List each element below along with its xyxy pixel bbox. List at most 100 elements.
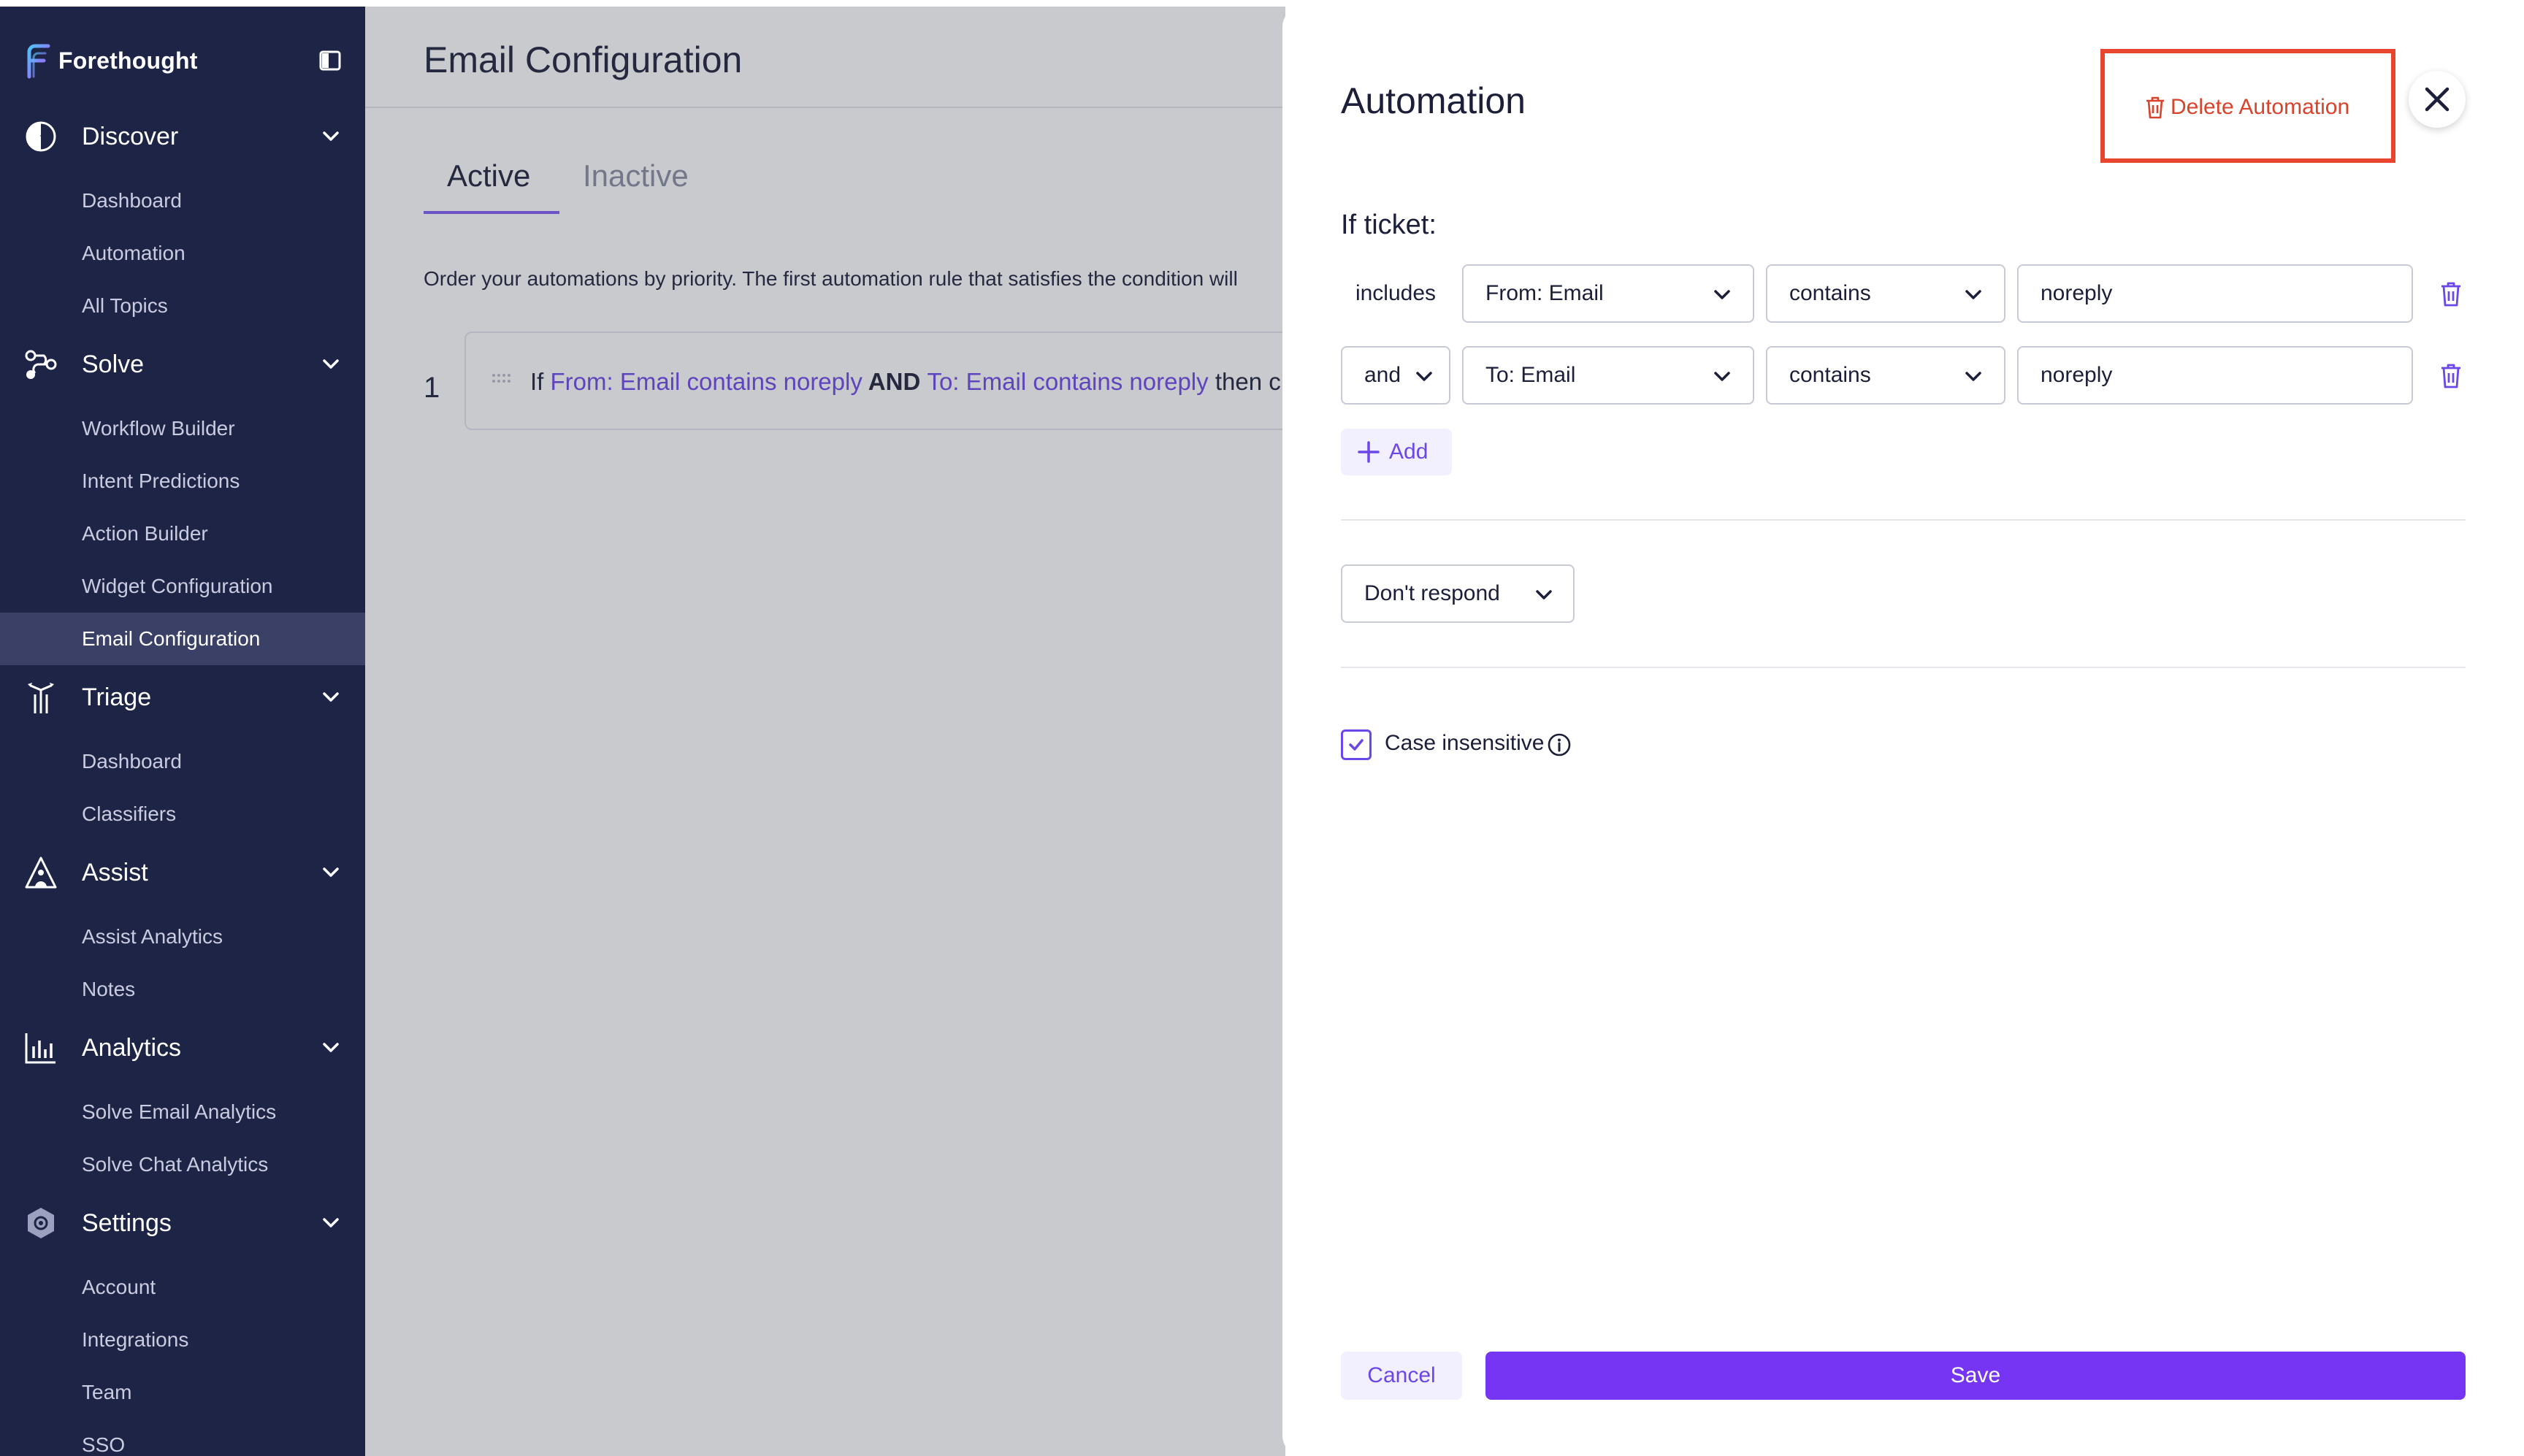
chevron-down-icon [1536,590,1552,599]
sidebar-item-solve-chat-analytics[interactable]: Solve Chat Analytics [0,1138,365,1191]
response-select[interactable]: Don't respond [1341,564,1575,623]
operator-select[interactable]: contains [1766,346,2005,405]
sidebar-item-action-builder[interactable]: Action Builder [0,507,365,560]
sidebar-item-classifiers[interactable]: Classifiers [0,788,365,840]
sidebar-item-label: Workflow Builder [82,417,235,440]
sidebar-item-widget-configuration[interactable]: Widget Configuration [0,560,365,613]
chevron-down-icon [1416,372,1432,381]
sidebar-section-solve[interactable]: Solve [0,335,365,394]
field-select[interactable]: To: Email [1462,346,1754,405]
trash-icon[interactable] [2439,280,2463,308]
sidebar-section-label: Discover [82,122,179,150]
analytics-icon [23,1030,58,1065]
chevron-down-icon[interactable] [320,1212,342,1234]
chevron-down-icon[interactable] [320,862,342,884]
condition-row: and To: Email contains noreply [1341,346,2480,407]
drawer-title: Automation [1341,80,1526,121]
solve-icon [23,347,58,382]
sidebar-section-triage[interactable]: Triage [0,668,365,727]
sidebar-item-team[interactable]: Team [0,1366,365,1419]
checkmark-icon [1349,739,1364,751]
value-input-text: noreply [2041,281,2113,305]
sidebar-section-analytics[interactable]: Analytics [0,1019,365,1077]
field-select[interactable]: From: Email [1462,264,1754,323]
sidebar-item-label: Automation [82,242,186,264]
trash-icon[interactable] [2439,362,2463,390]
delete-automation-button[interactable]: Delete Automation [2144,87,2349,128]
section-divider [1341,519,2466,521]
sidebar-item-assist-analytics[interactable]: Assist Analytics [0,911,365,963]
sidebar-item-label: Widget Configuration [82,575,273,597]
brand-name: Forethought [58,47,198,74]
sidebar-item-label: All Topics [82,294,168,317]
modal-backdrop[interactable] [365,7,1285,1456]
cancel-button[interactable]: Cancel [1341,1352,1462,1400]
sidebar-item-label: Dashboard [82,189,182,212]
sidebar-item-integrations[interactable]: Integrations [0,1314,365,1366]
sidebar-item-solve-email-analytics[interactable]: Solve Email Analytics [0,1086,365,1138]
plus-icon [1358,441,1380,463]
sidebar-section-assist[interactable]: Assist [0,843,365,902]
sidebar-item-label: Dashboard [82,750,182,773]
sidebar: Forethought Discover Dashboard Automatio… [0,7,365,1456]
if-ticket-label: If ticket: [1341,210,1437,240]
sidebar-item-label: Solve Email Analytics [82,1100,277,1123]
sidebar-item-notes[interactable]: Notes [0,963,365,1016]
forethought-logo-icon [27,44,50,79]
sidebar-section-label: Triage [82,683,152,711]
chevron-down-icon[interactable] [320,1037,342,1059]
sidebar-item-triage-dashboard[interactable]: Dashboard [0,735,365,788]
sidebar-item-label: Team [82,1381,132,1403]
sidebar-item-label: SSO [82,1433,126,1456]
sidebar-item-all-topics[interactable]: All Topics [0,280,365,332]
save-button[interactable]: Save [1485,1352,2466,1400]
settings-icon [23,1206,58,1241]
close-button[interactable] [2409,71,2466,128]
condition-row: includes From: Email contains noreply [1341,264,2480,326]
chevron-down-icon[interactable] [320,353,342,375]
sidebar-collapse-icon[interactable] [318,49,342,72]
sidebar-item-sso[interactable]: SSO [0,1419,365,1456]
add-condition-button[interactable]: Add [1341,429,1452,475]
case-insensitive-checkbox[interactable] [1341,729,1372,760]
sidebar-section-settings[interactable]: Settings [0,1194,365,1252]
brand[interactable]: Forethought [23,39,198,83]
value-input[interactable]: noreply [2017,346,2413,405]
sidebar-section-label: Settings [82,1208,172,1237]
chevron-down-icon[interactable] [320,686,342,708]
operator-select[interactable]: contains [1766,264,2005,323]
triage-icon [23,680,58,715]
chevron-down-icon [1965,290,1981,299]
sidebar-item-account[interactable]: Account [0,1261,365,1314]
sidebar-item-label: Action Builder [82,522,208,545]
sidebar-item-label: Notes [82,978,136,1000]
sidebar-item-label: Intent Predictions [82,470,240,492]
sidebar-item-label: Classifiers [82,802,177,825]
sidebar-item-label: Integrations [82,1328,189,1351]
sidebar-item-email-configuration[interactable]: Email Configuration [0,613,365,665]
operator-select-value: contains [1789,363,1871,387]
chevron-down-icon[interactable] [320,126,342,147]
logic-select[interactable]: and [1341,346,1450,405]
sidebar-item-workflow-builder[interactable]: Workflow Builder [0,402,365,455]
sidebar-item-label: Solve Chat Analytics [82,1153,269,1176]
sidebar-item-discover-dashboard[interactable]: Dashboard [0,175,365,227]
info-icon[interactable] [1547,732,1572,757]
add-condition-label: Add [1389,440,1429,464]
field-select-value: To: Email [1485,363,1576,387]
sidebar-section-label: Solve [82,350,145,378]
sidebar-item-intent-predictions[interactable]: Intent Predictions [0,455,365,507]
assist-icon [23,855,58,890]
section-divider [1341,667,2466,668]
close-icon [2425,87,2450,112]
response-select-value: Don't respond [1364,581,1500,605]
sidebar-section-label: Analytics [82,1033,182,1062]
sidebar-section-discover[interactable]: Discover [0,107,365,166]
trash-icon [2146,96,2164,119]
operator-select-value: contains [1789,281,1871,305]
chevron-down-icon [1965,372,1981,381]
sidebar-item-automation[interactable]: Automation [0,227,365,280]
discover-icon [23,119,58,154]
condition-logic-label: includes [1355,281,1437,305]
value-input[interactable]: noreply [2017,264,2413,323]
